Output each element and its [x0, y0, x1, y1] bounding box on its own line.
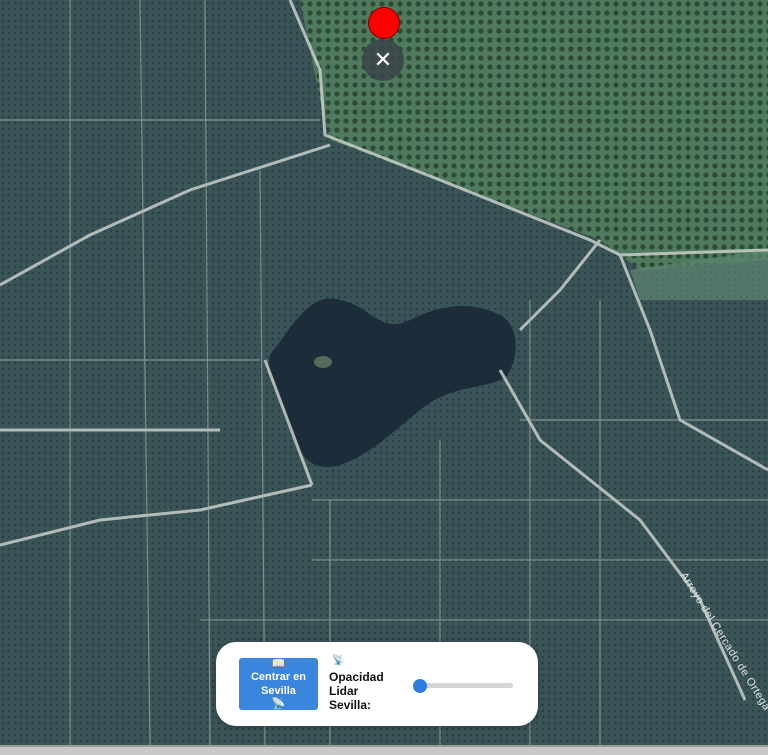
location-marker-dot[interactable] — [369, 8, 399, 38]
satellite-icon: 📡 — [271, 698, 286, 710]
close-icon: ✕ — [373, 47, 393, 72]
book-icon: 📖 — [271, 658, 286, 670]
map-imagery: Arroyo del Cercado de Ortega — [0, 0, 768, 746]
satellite-icon: 📡 — [332, 655, 345, 666]
satellite-map[interactable]: Arroyo del Cercado de Ortega — [0, 0, 768, 746]
close-button[interactable]: ✕ — [362, 39, 404, 81]
center-sevilla-button[interactable]: 📖 Centrar en Sevilla 📡 — [239, 658, 318, 710]
opacity-label: Opacidad Lidar Sevilla: — [329, 670, 384, 712]
lidar-control-panel: 📖 Centrar en Sevilla 📡 📡 Opacidad Lidar … — [216, 642, 538, 726]
center-button-label: Centrar en Sevilla — [250, 671, 307, 697]
opacity-slider[interactable] — [413, 679, 513, 693]
bottom-bar — [0, 745, 768, 755]
slider-track — [413, 683, 513, 688]
slider-thumb[interactable] — [413, 679, 427, 693]
